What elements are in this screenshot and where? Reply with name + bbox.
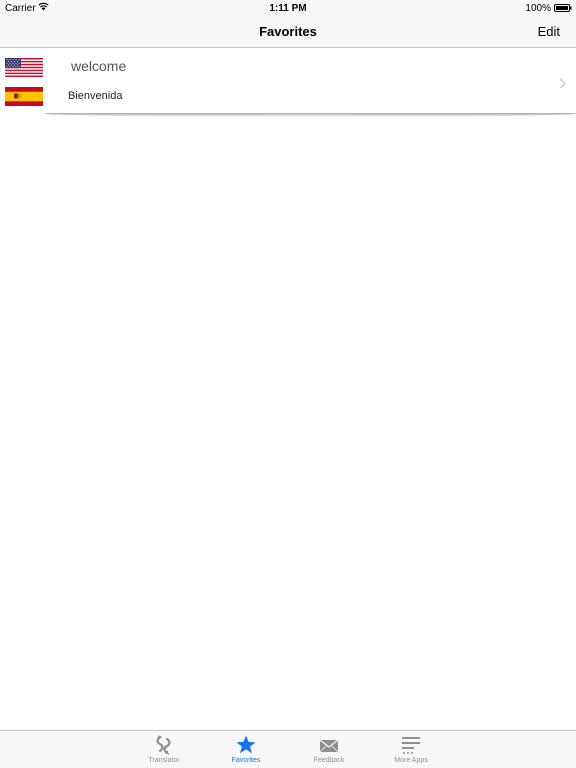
tab-translator[interactable]: Translator [124,731,204,768]
tab-favorites[interactable]: Favorites [206,731,286,768]
translated-phrase: Bienvenida [68,90,123,102]
tab-label: Feedback [313,757,345,764]
clock: 1:11 PM [269,3,307,14]
app-screen: Carrier 1:11 PM 100% Favorites Edit welc… [0,0,576,768]
battery-percent: 100% [525,3,551,14]
us-flag-icon [5,58,43,77]
tab-label: Translator [148,757,180,764]
tab-feedback[interactable]: Feedback [289,731,369,768]
battery-icon [554,4,572,12]
navigation-bar: Favorites Edit [0,16,576,48]
edit-button[interactable]: Edit [538,24,560,39]
list-icon [402,737,420,754]
status-bar: Carrier 1:11 PM 100% [0,0,576,16]
row-shadow [45,113,576,117]
tab-bar: Translator Favorites Feedback More Apps [0,730,576,768]
tab-more-apps[interactable]: More Apps [371,731,451,768]
tab-label: Favorites [231,757,261,764]
tab-label: More Apps [394,757,428,764]
page-title: Favorites [259,24,317,39]
translator-icon [156,735,171,755]
favorite-list-item[interactable]: welcome Bienvenida [0,49,576,113]
source-phrase: welcome [71,58,127,74]
chevron-right-icon [559,78,566,89]
envelope-icon [319,739,339,753]
star-icon [236,735,256,754]
spain-flag-icon [5,87,43,106]
